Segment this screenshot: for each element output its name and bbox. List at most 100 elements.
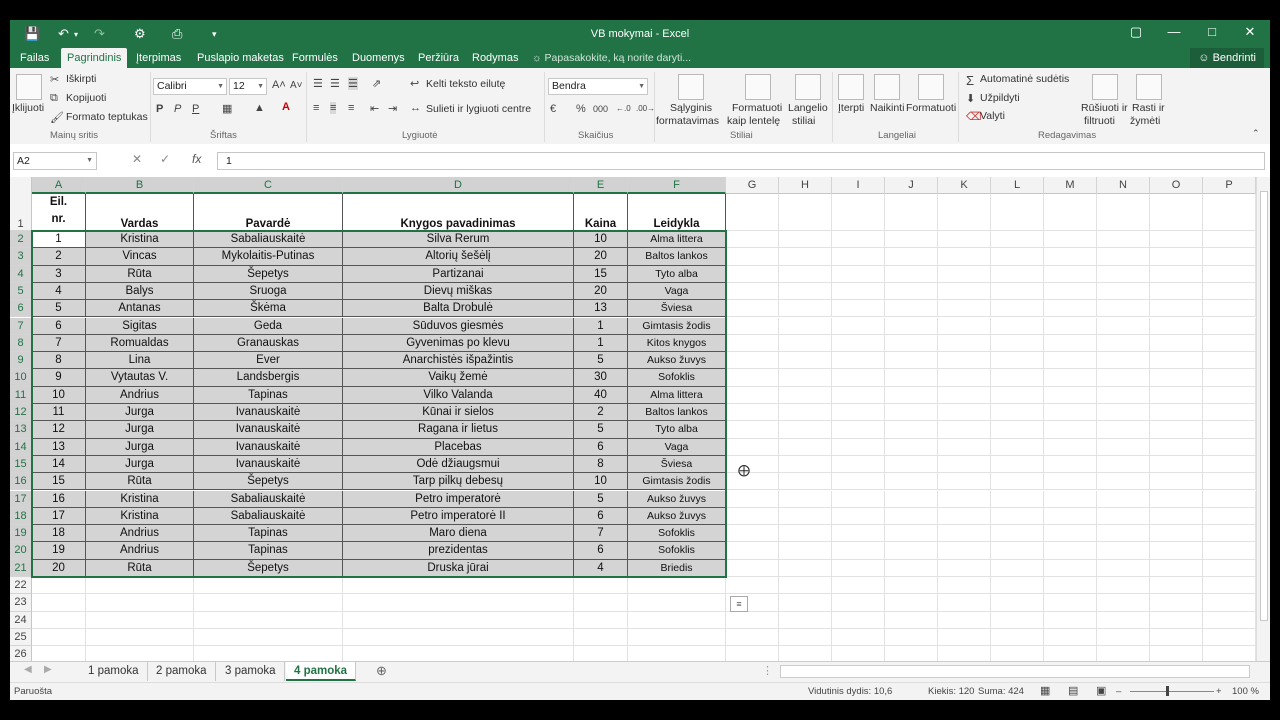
cell-empty[interactable] [1044,455,1097,474]
row-header-2[interactable]: 2 [10,231,32,249]
cell-empty[interactable] [938,334,991,353]
cell-empty[interactable] [1150,300,1203,318]
cell-first-name[interactable]: Kristina [86,507,194,526]
cell-empty[interactable] [1044,248,1097,266]
cell-empty[interactable] [1150,194,1203,231]
normal-view-icon[interactable]: ▦ [1040,684,1050,697]
cell-empty[interactable] [832,438,885,456]
cell-empty[interactable] [991,438,1044,456]
merge-center-button[interactable]: Sulieti ir lygiuoti centre [426,103,531,115]
cell-publisher[interactable]: Sofoklis [628,369,726,387]
cell-empty[interactable] [885,542,938,560]
column-header-k[interactable]: K [938,177,991,194]
formula-input[interactable]: 1 [217,152,1265,170]
cell-empty[interactable] [1150,507,1203,526]
cell-empty[interactable] [938,455,991,474]
cell-publisher[interactable]: Kitos knygos [628,334,726,353]
cell-empty[interactable] [885,300,938,318]
cell-empty[interactable] [1097,194,1150,231]
column-header-i[interactable]: I [832,177,885,194]
cell-publisher[interactable]: Briedis [628,559,726,577]
cell-empty[interactable] [832,611,885,629]
scroll-right-icon[interactable]: ▶ [44,664,52,675]
cell-empty[interactable] [779,646,832,661]
cell-book-title[interactable]: prezidentas [343,542,574,560]
cell-empty[interactable] [86,594,194,612]
cell-empty[interactable] [991,248,1044,266]
cell-empty[interactable] [885,438,938,456]
tab-page-layout[interactable]: Puslapio maketas [191,48,290,68]
cell-empty[interactable] [86,611,194,629]
cell-empty[interactable] [1150,628,1203,647]
cell-first-name[interactable]: Rūta [86,265,194,283]
cell-empty[interactable] [194,611,343,629]
cell-empty[interactable] [885,334,938,353]
merge-center-icon[interactable]: ↔ [410,102,421,114]
cell-empty[interactable] [885,404,938,422]
cell-empty[interactable] [1044,317,1097,335]
cell-empty[interactable] [726,628,779,647]
cell-empty[interactable] [938,559,991,577]
bold-button[interactable]: P [156,103,163,115]
italic-button[interactable]: P [174,103,181,115]
cell-publisher[interactable]: Baltos lankos [628,404,726,422]
zoom-level[interactable]: 100 % [1232,686,1259,697]
cell-empty[interactable] [779,421,832,439]
sheet-tab-1[interactable]: 1 pamoka [80,662,148,681]
cell-empty[interactable] [991,421,1044,439]
cell-empty[interactable] [628,611,726,629]
cell-price[interactable]: 6 [574,542,628,560]
format-painter-button[interactable]: Formato teptukas [66,111,148,123]
row-header-14[interactable]: 14 [10,438,32,456]
copy-icon[interactable]: ⧉ [50,92,58,105]
cell-last-name[interactable]: Granauskas [194,334,343,353]
cell-empty[interactable] [779,282,832,301]
cell-empty[interactable] [574,577,628,595]
cell-empty[interactable] [726,248,779,266]
cell-empty[interactable] [1097,231,1150,249]
cell-empty[interactable] [1044,334,1097,353]
cell-empty[interactable] [885,248,938,266]
cut-button[interactable]: Iškirpti [66,73,96,85]
cell-empty[interactable] [885,646,938,661]
currency-icon[interactable]: € [550,103,556,115]
cell-empty[interactable] [885,317,938,335]
number-format-combo[interactable]: Bendra ▼ [548,78,648,95]
cell-nr[interactable]: 15 [32,473,86,491]
cell-last-name[interactable]: Škėma [194,300,343,318]
cell-empty[interactable] [938,438,991,456]
cell-empty[interactable] [1097,421,1150,439]
cell-publisher[interactable]: Vaga [628,282,726,301]
cell-empty[interactable] [628,594,726,612]
cell-empty[interactable] [1203,317,1256,335]
enter-icon[interactable]: ✓ [160,152,170,166]
cell-empty[interactable] [1097,282,1150,301]
cell-empty[interactable] [991,317,1044,335]
cell-first-name[interactable]: Rūta [86,473,194,491]
cell-empty[interactable] [1203,490,1256,508]
cell-first-name[interactable]: Andrius [86,386,194,404]
cell-last-name[interactable]: Šepetys [194,265,343,283]
cell-last-name[interactable]: Ivanauskaitė [194,455,343,474]
cell-empty[interactable] [832,369,885,387]
cell-first-name[interactable]: Jurga [86,455,194,474]
cell-empty[interactable] [1150,525,1203,543]
cell-book-title[interactable]: Kūnai ir sielos [343,404,574,422]
cell-empty[interactable] [832,265,885,283]
cell-empty[interactable] [726,194,779,231]
cell-empty[interactable] [1044,611,1097,629]
cell-empty[interactable] [779,386,832,404]
cell-empty[interactable] [1203,265,1256,283]
cell-empty[interactable] [1203,455,1256,474]
cell-empty[interactable] [991,282,1044,301]
tab-splitter-icon[interactable]: ⋮ [762,664,773,677]
cell-empty[interactable] [1203,421,1256,439]
cell-price[interactable]: 1 [574,317,628,335]
font-color-icon[interactable]: A [282,101,290,113]
cell-empty[interactable] [779,334,832,353]
cell-book-title[interactable]: Vilko Valanda [343,386,574,404]
worksheet-grid[interactable]: ABCDEFGHIJKLMNOP 1 2 3 4 5 6 7 8 9 10 11 12 13 14 15 16… [10,177,1256,661]
cell-empty[interactable] [991,404,1044,422]
cell-styles-line2[interactable]: stiliai [792,115,815,127]
cell-book-title[interactable]: Petro imperatorė [343,490,574,508]
